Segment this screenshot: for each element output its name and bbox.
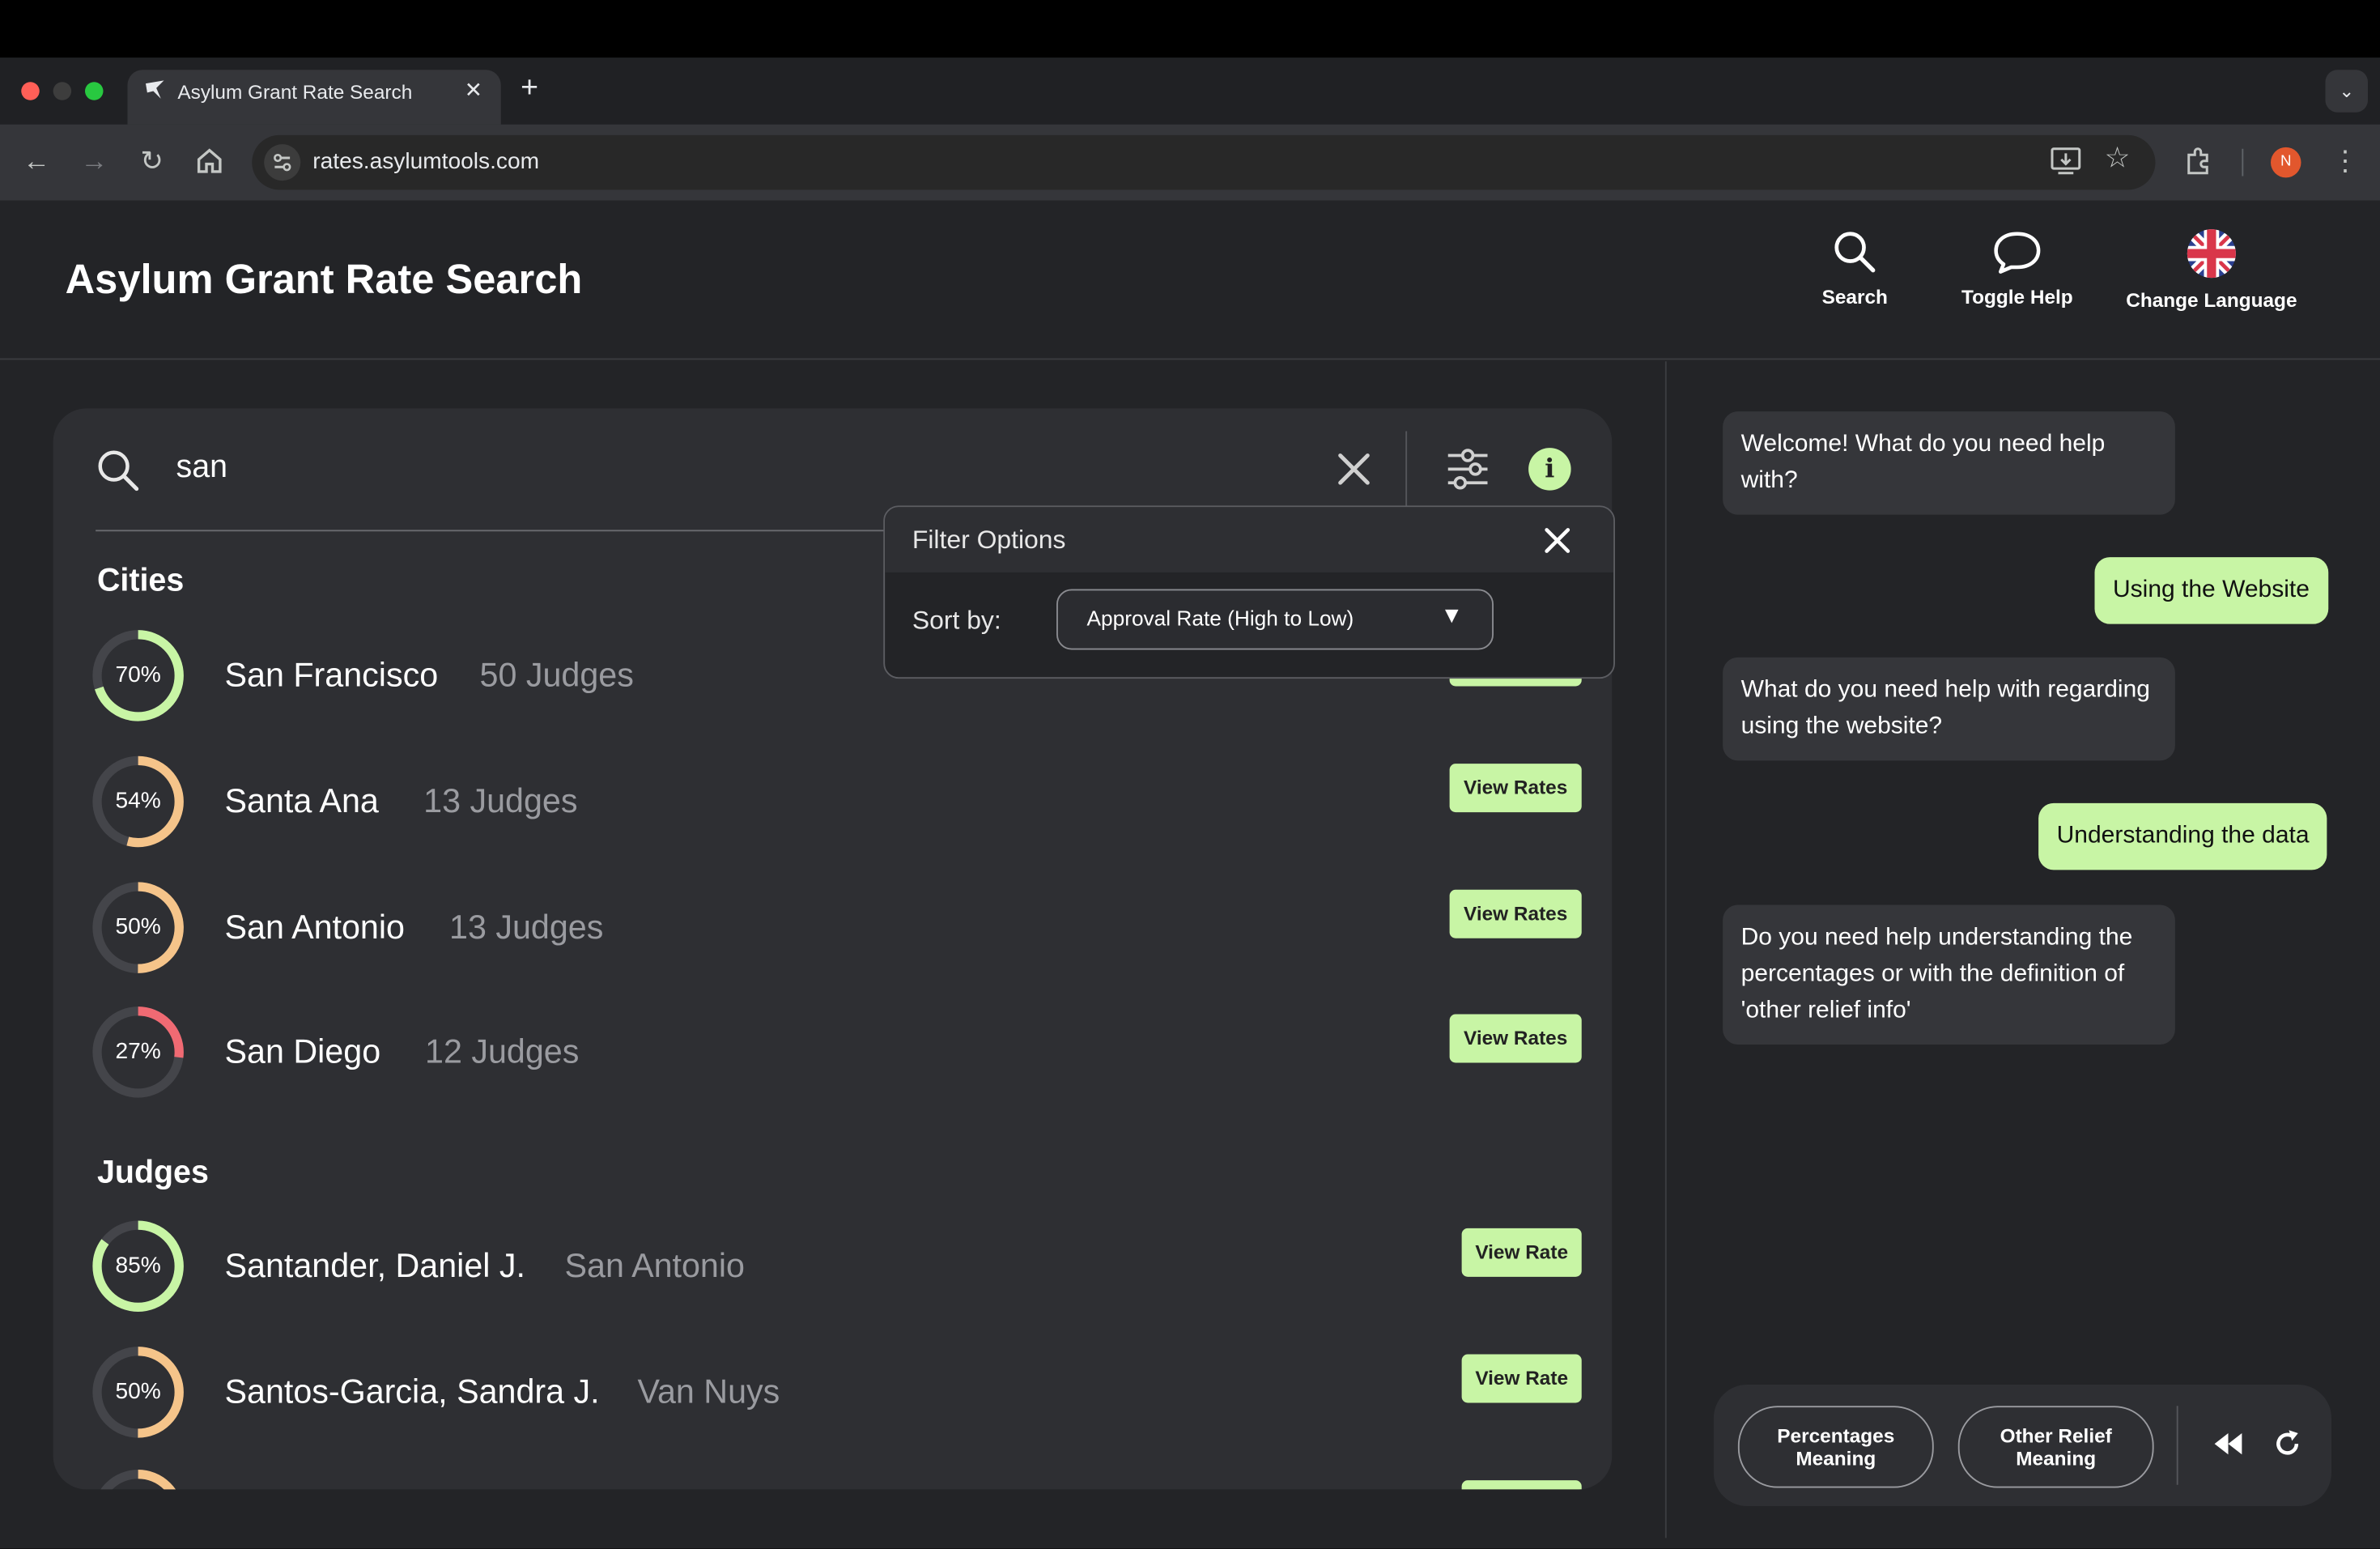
header-language-label: Change Language xyxy=(2126,288,2297,312)
site-info-icon[interactable] xyxy=(264,144,301,181)
rate-percentage: 50% xyxy=(115,1378,161,1405)
view-rates-button[interactable]: View Rates xyxy=(1449,889,1582,938)
city-detail: 12 Judges xyxy=(425,1032,580,1070)
window-minimize-dot[interactable] xyxy=(53,82,72,100)
city-row: 54% Santa Ana 13 Judges View Rates xyxy=(53,755,1613,876)
city-detail: 13 Judges xyxy=(449,908,604,947)
chat-message-user: Using the Website xyxy=(2094,557,2328,624)
cities-heading: Cities xyxy=(97,563,185,598)
profile-avatar[interactable]: N xyxy=(2271,147,2301,178)
judge-name: Santander, Daniel J. xyxy=(224,1246,526,1285)
judge-detail: Van Nuys xyxy=(637,1372,780,1411)
city-name: Santa Ana xyxy=(224,781,379,820)
header-help-button[interactable]: Toggle Help xyxy=(1949,228,2086,309)
forward-icon[interactable]: → xyxy=(76,143,113,179)
back-icon[interactable]: ← xyxy=(19,143,55,179)
city-name: San Francisco xyxy=(224,656,439,694)
screen-top-bar xyxy=(0,0,2380,58)
rate-percentage: 50% xyxy=(115,913,161,940)
judge-row: 50% Santos-Garcia, Sandra J. Van Nuys View … xyxy=(53,1345,1613,1466)
chat-message-bot: Welcome! What do you need help with? xyxy=(1723,411,2175,515)
rate-percentage: 70% xyxy=(115,662,161,688)
close-filter-icon[interactable] xyxy=(1544,519,1571,563)
filter-sliders-icon[interactable] xyxy=(1445,448,1490,498)
city-name: San Diego xyxy=(224,1032,381,1070)
city-name: San Antonio xyxy=(224,908,406,947)
view-rates-button[interactable]: View Rates xyxy=(1449,764,1582,813)
dropdown-arrow-icon: ▼ xyxy=(1440,602,1464,629)
partial-row-ring xyxy=(91,1468,185,1490)
search-input[interactable]: san xyxy=(176,449,227,486)
search-divider xyxy=(1405,431,1408,508)
rewind-icon[interactable] xyxy=(2212,1430,2245,1465)
uk-flag-icon xyxy=(2187,229,2236,279)
url-text: rates.asylumtools.com xyxy=(312,148,540,175)
chat-bubble-icon xyxy=(1994,232,2041,274)
chat-action-bar: Percentages Meaning Other Relief Meaning xyxy=(1713,1385,2331,1506)
search-icon xyxy=(96,448,141,501)
new-tab-icon[interactable]: + xyxy=(521,71,538,106)
filter-title: Filter Options xyxy=(912,525,1066,555)
restart-icon[interactable] xyxy=(2272,1428,2303,1466)
header-help-label: Toggle Help xyxy=(1961,285,2073,309)
extensions-icon[interactable] xyxy=(2182,146,2213,184)
chat-message-bot: Do you need help understanding the perce… xyxy=(1723,904,2175,1045)
chat-message-user: Understanding the data xyxy=(2038,802,2328,870)
tab-title: Asylum Grant Rate Search xyxy=(177,80,413,104)
view-rates-button[interactable]: View Rates xyxy=(1449,1014,1582,1063)
browser-menu-icon[interactable]: ⋮ xyxy=(2327,143,2363,179)
search-icon xyxy=(1834,232,1876,273)
city-row: 27% San Diego 12 Judges View Rates xyxy=(53,1005,1613,1126)
clear-search-icon[interactable] xyxy=(1336,451,1372,495)
rate-percentage: 54% xyxy=(115,788,161,814)
favicon-icon xyxy=(144,79,165,109)
bookmark-star-icon[interactable]: ☆ xyxy=(2099,141,2136,177)
quick-reply-other-relief[interactable]: Other Relief Meaning xyxy=(1957,1406,2154,1488)
search-underline xyxy=(96,530,916,532)
sidebar-divider xyxy=(1664,361,1667,1538)
city-detail: 13 Judges xyxy=(423,781,578,820)
rate-percentage: 85% xyxy=(115,1252,161,1279)
city-row: 50% San Antonio 13 Judges View Rates xyxy=(53,881,1613,1002)
rate-percentage: 27% xyxy=(115,1038,161,1065)
judge-row: 85% Santander, Daniel J. San Antonio View R… xyxy=(53,1219,1613,1341)
partial-row-button[interactable] xyxy=(1461,1480,1582,1490)
header-search-button[interactable]: Search xyxy=(1806,228,1903,309)
window-close-dot[interactable] xyxy=(21,82,40,100)
window-zoom-dot[interactable] xyxy=(85,82,104,100)
home-icon[interactable] xyxy=(194,146,225,184)
header-language-button[interactable]: Change Language xyxy=(2114,228,2309,311)
install-app-icon[interactable] xyxy=(2049,146,2082,184)
sort-select-value: Approval Rate (High to Low) xyxy=(1086,606,1354,631)
tab-close-icon[interactable]: ✕ xyxy=(465,78,482,104)
page-title: Asylum Grant Rate Search xyxy=(65,256,583,303)
reload-icon[interactable]: ↻ xyxy=(134,143,170,179)
toolbar-separator xyxy=(2242,148,2244,177)
sort-by-label: Sort by: xyxy=(912,606,1001,635)
filter-options-popup: Filter Options Sort by: Approval Rate (H… xyxy=(883,505,1615,679)
sort-select[interactable]: Approval Rate (High to Low) ▼ xyxy=(1056,589,1494,650)
judges-heading: Judges xyxy=(97,1155,209,1190)
judge-detail: San Antonio xyxy=(564,1246,746,1285)
city-detail: 50 Judges xyxy=(479,656,634,694)
judge-name: Santos-Garcia, Sandra J. xyxy=(224,1372,600,1411)
view-rates-button[interactable]: View Rate xyxy=(1461,1228,1582,1277)
quick-reply-percentages[interactable]: Percentages Meaning xyxy=(1737,1406,1934,1488)
view-rates-button[interactable]: View Rate xyxy=(1461,1354,1582,1403)
tab-search-chevron-icon[interactable]: ⌄ xyxy=(2325,70,2368,113)
header-search-label: Search xyxy=(1821,285,1888,309)
action-bar-separator xyxy=(2176,1406,2178,1485)
chat-message-bot: What do you need help with regarding usi… xyxy=(1723,657,2175,761)
info-icon[interactable]: i xyxy=(1528,448,1571,491)
